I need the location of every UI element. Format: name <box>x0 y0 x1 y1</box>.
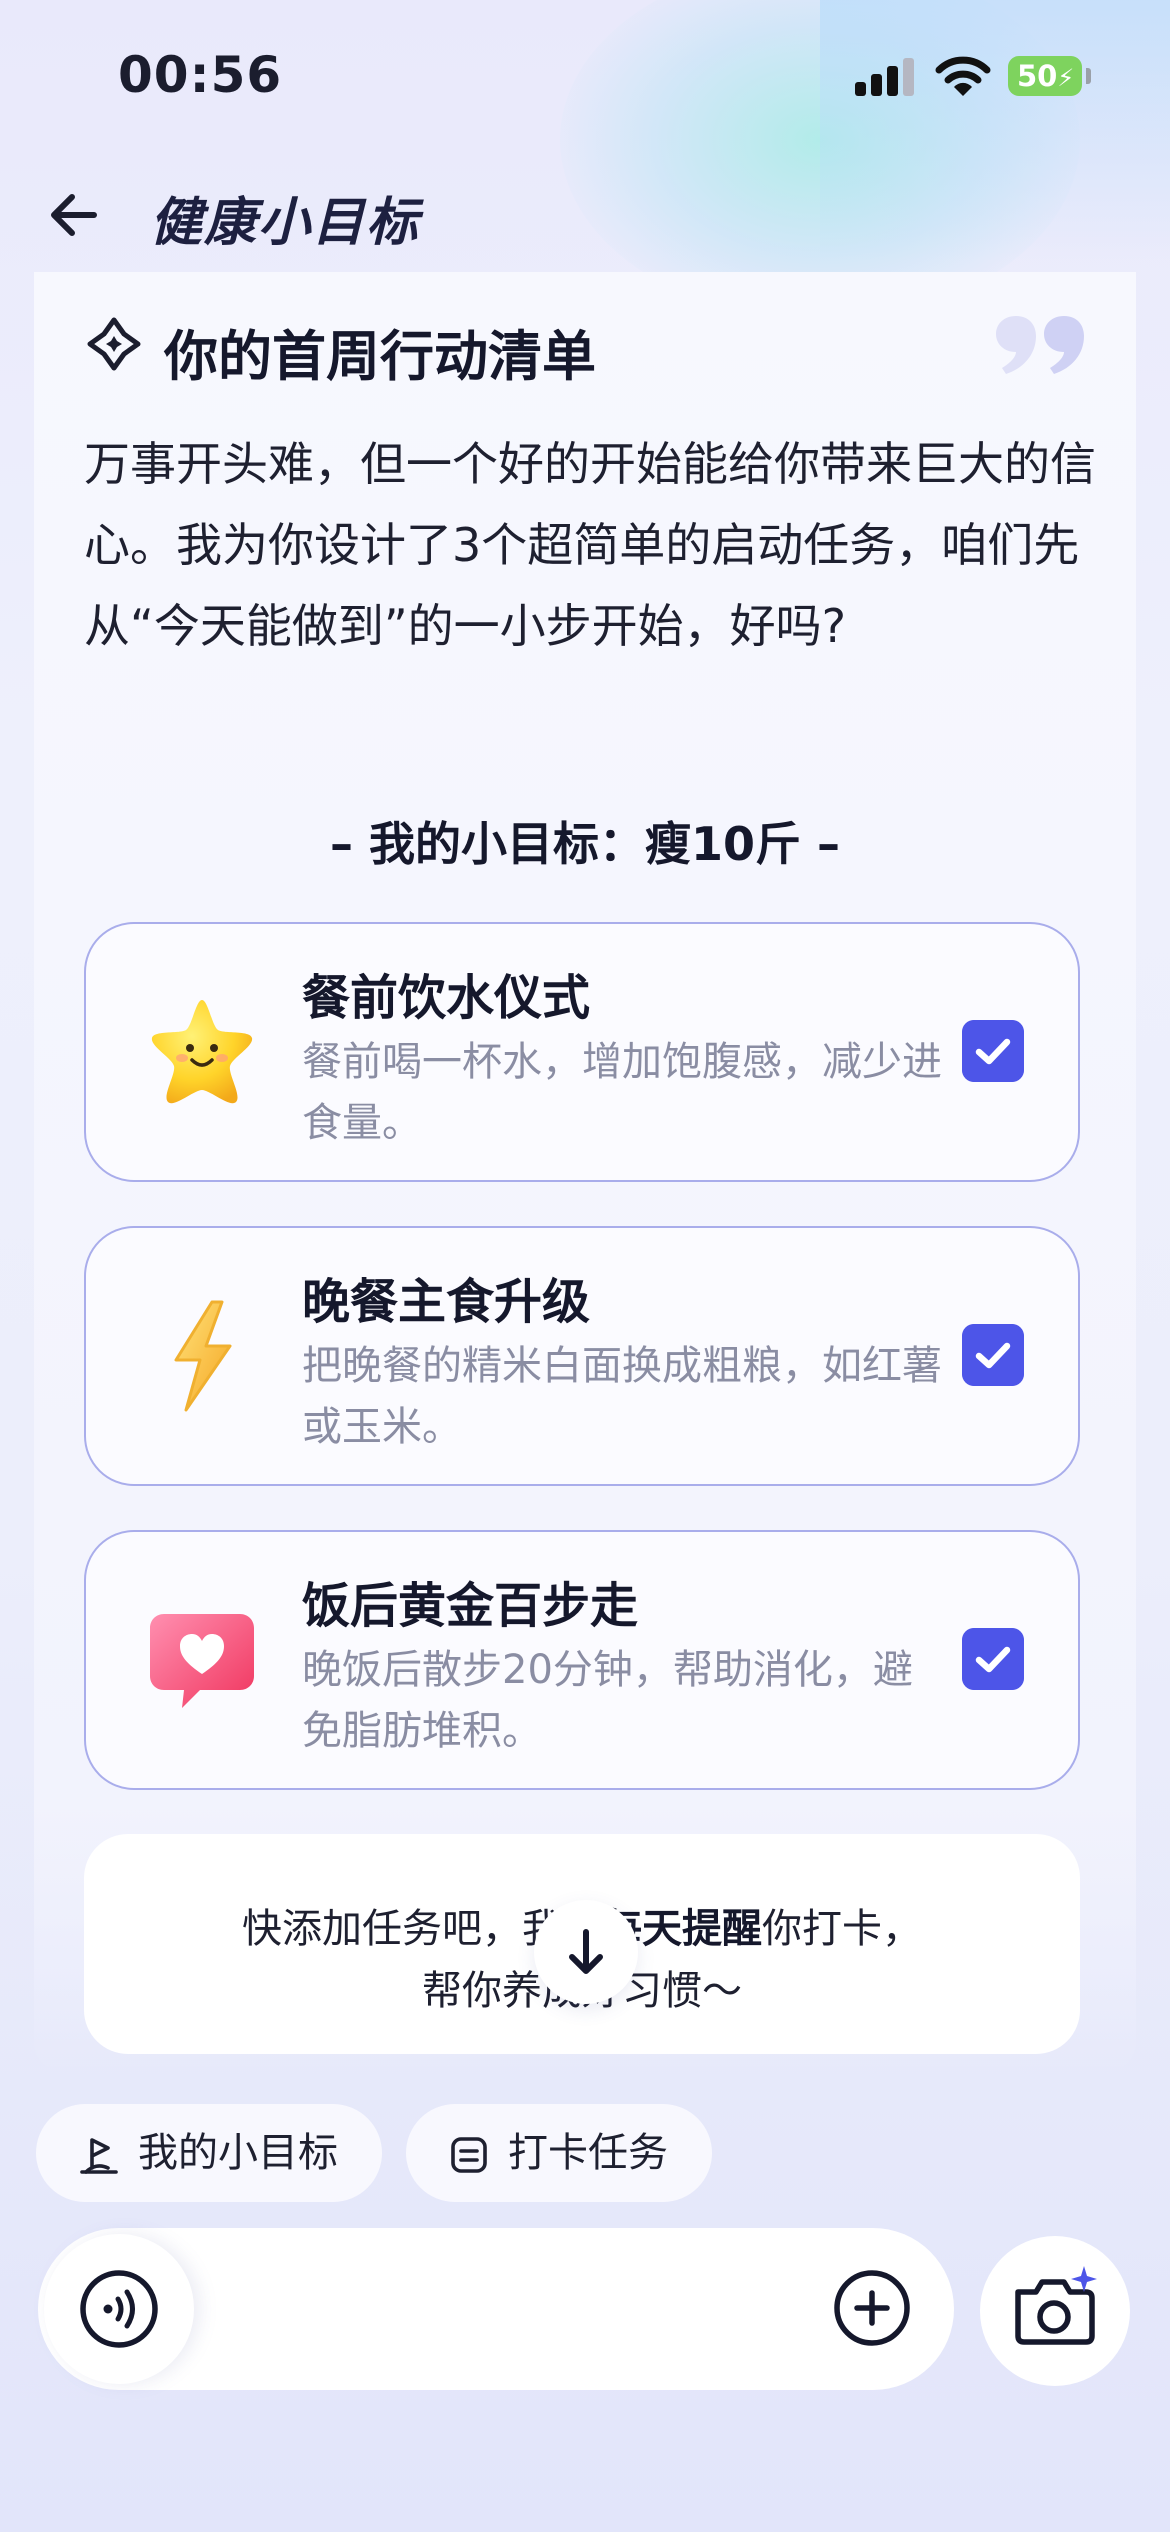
camera-icon <box>1015 2266 1097 2345</box>
voice-icon <box>80 2270 158 2348</box>
nav-header: 健康小目标 <box>0 160 1170 260</box>
star-emoji-icon <box>151 1000 253 1104</box>
status-time: 00:56 <box>118 46 283 104</box>
sparkle-icon <box>87 317 141 371</box>
task-checkbox[interactable] <box>962 1628 1024 1690</box>
clipboard-icon <box>451 2137 487 2173</box>
heart-bubble-emoji-icon <box>150 1614 254 1708</box>
task-item-dinner[interactable]: 晚餐主食升级 把晚餐的精米白面换成粗粮，如红薯或玉米。 <box>84 1226 1080 1486</box>
task-description: 晚饭后散步20分钟，帮助消化，避免脂肪堆积。 <box>302 1647 913 1754</box>
battery-tip <box>1086 68 1091 84</box>
battery-indicator: 50⚡ <box>1008 56 1082 96</box>
lightning-emoji-icon <box>174 1300 232 1412</box>
wifi-icon <box>935 56 991 96</box>
task-title: 饭后黄金百步走 <box>302 1578 639 1634</box>
card-title: 你的首周行动清单 <box>164 325 596 388</box>
arrow-down-icon <box>569 1929 603 1974</box>
camera-button[interactable] <box>980 2236 1130 2386</box>
flag-icon <box>80 2138 118 2174</box>
chip-my-goal[interactable]: 我的小目标 <box>36 2104 382 2202</box>
intro-text: 万事开头难，但一个好的开始能给你带来巨大的信心。我为你设计了3个超简单的启动任务… <box>84 437 1096 653</box>
tip-text-b: 你打卡， <box>762 1906 922 1952</box>
task-checkbox[interactable] <box>962 1020 1024 1082</box>
task-description: 把晚餐的精米白面换成粗粮，如红薯或玉米。 <box>302 1343 942 1450</box>
task-title: 晚餐主食升级 <box>302 1274 591 1330</box>
chip-label: 我的小目标 <box>138 2130 338 2176</box>
battery-level: 50 <box>1017 59 1058 93</box>
chip-label: 打卡任务 <box>508 2130 668 2176</box>
plus-circle-icon[interactable] <box>832 2268 912 2348</box>
task-item-water[interactable]: 餐前饮水仪式 餐前喝一杯水，增加饱腹感，减少进食量。 <box>84 922 1080 1182</box>
task-item-walk[interactable]: 饭后黄金百步走 晚饭后散步20分钟，帮助消化，避免脂肪堆积。 <box>84 1530 1080 1790</box>
goal-line: – 我的小目标：瘦10斤 – <box>329 817 841 871</box>
quote-icon <box>996 316 1084 374</box>
page-title: 健康小目标 <box>150 193 421 253</box>
voice-input-button[interactable] <box>44 2234 194 2384</box>
scroll-to-bottom-button[interactable] <box>534 1900 638 2004</box>
task-checkbox[interactable] <box>962 1324 1024 1386</box>
status-bar: 00:56 50⚡ <box>0 0 1170 150</box>
cellular-signal-icon <box>855 58 915 96</box>
task-title: 餐前饮水仪式 <box>302 970 591 1026</box>
action-list-card: 你的首周行动清单 万事开头难，但一个好的开始能给你带来巨大的信心。我为你设计了3… <box>34 272 1136 2072</box>
message-input-bar[interactable] <box>38 2228 954 2390</box>
arrow-left-icon[interactable] <box>42 182 108 248</box>
chip-checkin-tasks[interactable]: 打卡任务 <box>406 2104 712 2202</box>
task-description: 餐前喝一杯水，增加饱腹感，减少进食量。 <box>302 1039 942 1146</box>
